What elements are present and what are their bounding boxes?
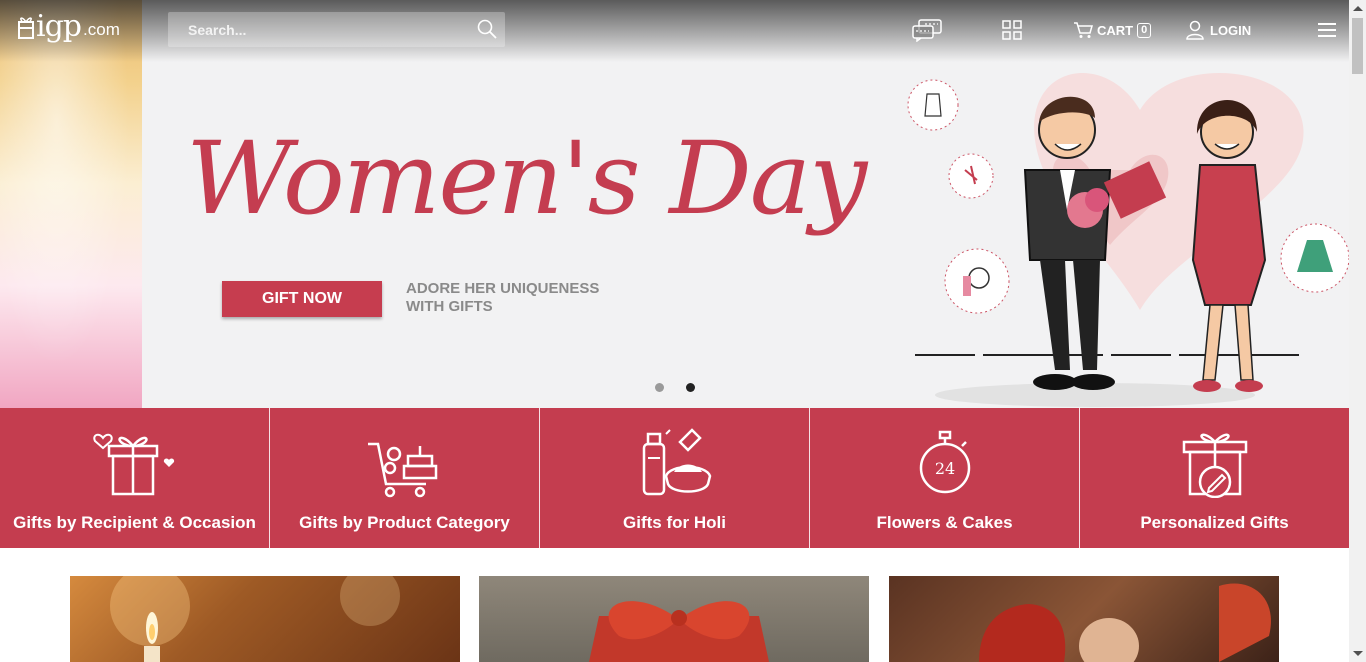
cart-icon — [1074, 22, 1093, 38]
site-logo[interactable]: igp .com — [18, 12, 120, 42]
scroll-up-arrow-icon[interactable] — [1353, 6, 1363, 11]
hero-tagline: ADORE HER UNIQUENESS WITH GIFTS — [406, 280, 646, 316]
category-holi[interactable]: Gifts for Holi — [540, 408, 810, 548]
category-flowers-cakes[interactable]: 24 Flowers & Cakes — [810, 408, 1080, 548]
category-label: Gifts by Product Category — [299, 513, 510, 532]
scroll-down-arrow-icon[interactable] — [1353, 651, 1363, 656]
chat-button[interactable] — [911, 17, 943, 43]
cart-cake-icon — [367, 442, 437, 498]
promo-card-couple[interactable] — [889, 576, 1279, 662]
timer-24-text: 24 — [934, 459, 954, 478]
holi-colors-icon — [642, 428, 711, 496]
search-icon[interactable] — [477, 19, 497, 39]
logo-domain: .com — [83, 20, 120, 39]
category-recipient-occasion[interactable]: Gifts by Recipient & Occasion — [0, 408, 270, 548]
hero-banner[interactable]: igp .com Search... CART 0 LOGIN Women's … — [0, 0, 1349, 408]
category-label: Gifts for Holi — [623, 513, 726, 532]
hero-tagline-line1: ADORE HER UNIQUENESS — [406, 280, 600, 297]
gift-pen-icon — [1182, 433, 1247, 498]
couple-illustration — [907, 72, 1349, 407]
page: igp .com Search... CART 0 LOGIN Women's … — [0, 0, 1366, 662]
carousel-dot-2[interactable] — [686, 383, 695, 392]
cart-button[interactable]: CART 0 — [1073, 17, 1152, 43]
gift-heart-icon — [92, 433, 174, 496]
login-label: LOGIN — [1210, 22, 1252, 38]
couple-photo-image — [979, 583, 1271, 662]
cart-label: CART — [1097, 22, 1134, 38]
category-product[interactable]: Gifts by Product Category — [270, 408, 540, 548]
user-icon — [1186, 20, 1204, 40]
gift-bow-image — [589, 601, 769, 662]
category-label: Flowers & Cakes — [876, 513, 1013, 532]
cart-count-badge: 0 — [1137, 22, 1152, 38]
gift-logo-icon — [18, 17, 34, 39]
scroll-thumb[interactable] — [1352, 18, 1363, 74]
logo-text: igp — [36, 9, 82, 44]
grid-icon — [1002, 20, 1022, 40]
category-label: Gifts by Recipient & Occasion — [13, 513, 256, 532]
chat-icon — [912, 19, 942, 42]
candle-image — [110, 576, 400, 662]
promo-cards — [0, 576, 1349, 662]
promo-card-gift-bow[interactable] — [479, 576, 869, 662]
categories-menu-button[interactable] — [1002, 17, 1022, 43]
timer-24-icon: 24 — [919, 430, 970, 494]
page-scrollbar[interactable] — [1349, 0, 1366, 662]
gift-now-button[interactable]: GIFT NOW — [222, 281, 382, 317]
hero-headline: Women's Day — [186, 120, 867, 237]
category-personalized[interactable]: Personalized Gifts — [1080, 408, 1349, 548]
search-box — [168, 12, 505, 47]
carousel-dot-1[interactable] — [655, 383, 664, 392]
search-input[interactable] — [168, 12, 468, 47]
login-button[interactable]: LOGIN — [1186, 17, 1251, 43]
category-bar: Gifts by Recipient & Occasion Gifts by P… — [0, 408, 1349, 548]
promo-card-candle[interactable] — [70, 576, 460, 662]
main-menu-button[interactable] — [1317, 17, 1337, 43]
carousel-dots — [655, 383, 695, 392]
hero-tagline-line2: WITH GIFTS — [406, 298, 493, 315]
hamburger-menu-icon — [1318, 23, 1336, 37]
category-label: Personalized Gifts — [1140, 513, 1289, 532]
